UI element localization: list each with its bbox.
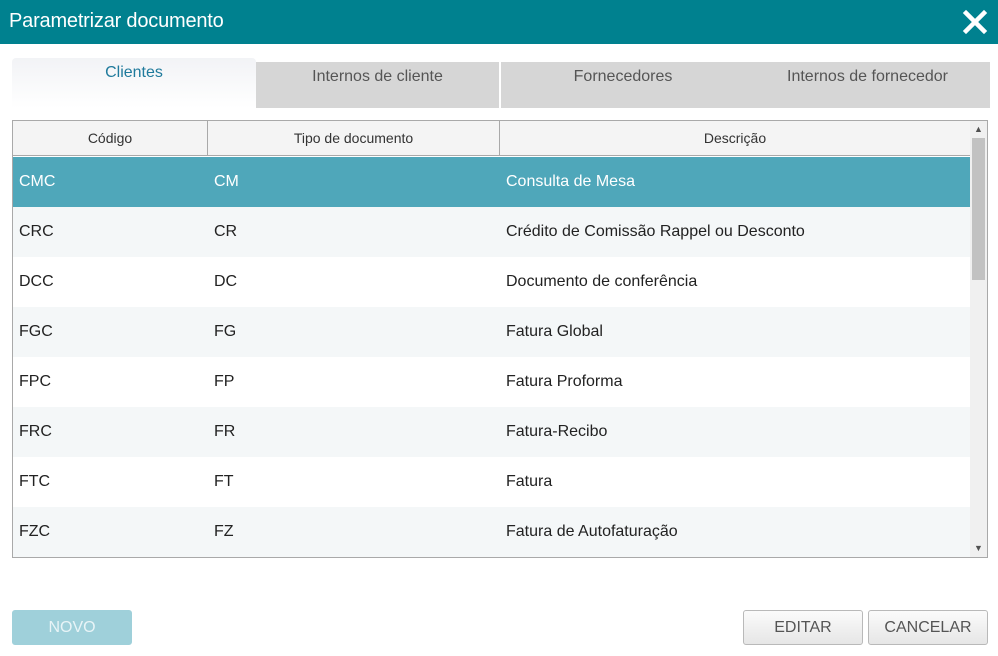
cell-tipo: CM [214, 173, 239, 190]
tab-clientes[interactable]: Clientes [12, 58, 256, 108]
cell-codigo: FZC [19, 523, 51, 540]
cell-tipo: FG [214, 323, 237, 340]
cell-tipo: FT [214, 473, 234, 490]
table-row[interactable]: CMC CM Consulta de Mesa [13, 157, 970, 207]
cell-codigo: FRC [19, 423, 52, 440]
tab-internos-de-fornecedor[interactable]: Internos de fornecedor [745, 62, 990, 108]
tab-fornecedores[interactable]: Fornecedores [501, 62, 745, 108]
cell-descricao: Fatura Proforma [506, 373, 623, 390]
tab-bar: Internos de cliente Fornecedores Interno… [12, 58, 990, 108]
cell-codigo: FPC [19, 373, 51, 390]
editar-button[interactable]: EDITAR [743, 610, 863, 645]
cell-descricao: Consulta de Mesa [506, 173, 635, 190]
column-header-descricao[interactable]: Descrição [500, 121, 970, 156]
chevron-down-icon[interactable]: ▼ [970, 540, 987, 557]
cell-tipo: FP [214, 373, 235, 390]
cell-descricao: Crédito de Comissão Rappel ou Desconto [506, 223, 805, 240]
cell-descricao: Fatura [506, 473, 553, 490]
table-header: Código Tipo de documento Descrição [13, 121, 970, 156]
table-row[interactable]: DCC DC Documento de conferência [13, 257, 970, 307]
tab-internos-de-cliente[interactable]: Internos de cliente [256, 62, 500, 108]
cell-tipo: FZ [214, 523, 234, 540]
table-row[interactable]: FRC FR Fatura-Recibo [13, 407, 970, 457]
close-icon[interactable] [960, 7, 990, 37]
cell-descricao: Fatura Global [506, 323, 603, 340]
cell-descricao: Documento de conferência [506, 273, 698, 290]
cancelar-button[interactable]: CANCELAR [868, 610, 988, 645]
cell-tipo: CR [214, 223, 238, 240]
documents-table: Código Tipo de documento Descrição CMC C… [12, 120, 988, 558]
cell-codigo: FGC [19, 323, 53, 340]
cell-tipo: DC [214, 273, 238, 290]
column-header-tipo-de-documento[interactable]: Tipo de documento [208, 121, 500, 156]
cell-codigo: FTC [19, 473, 51, 490]
cell-descricao: Fatura-Recibo [506, 423, 608, 440]
column-header-codigo[interactable]: Código [13, 121, 208, 156]
novo-button[interactable]: NOVO [12, 610, 132, 645]
scrollbar-thumb[interactable] [972, 138, 985, 280]
table-row[interactable]: FZC FZ Fatura de Autofaturação [13, 507, 970, 557]
table-row[interactable]: FTC FT Fatura [13, 457, 970, 507]
dialog-title: Parametrizar documento [9, 10, 224, 32]
cell-tipo: FR [214, 423, 236, 440]
cell-codigo: CMC [19, 173, 56, 190]
vertical-scrollbar[interactable]: ▲ ▼ [970, 121, 987, 557]
cell-codigo: CRC [19, 223, 54, 240]
dialog-titlebar: Parametrizar documento [0, 0, 998, 44]
chevron-up-icon[interactable]: ▲ [970, 121, 987, 138]
cell-codigo: DCC [19, 273, 54, 290]
table-body: CMC CM Consulta de Mesa CRC CR Crédito d… [13, 157, 970, 557]
table-row[interactable]: CRC CR Crédito de Comissão Rappel ou Des… [13, 207, 970, 257]
cell-descricao: Fatura de Autofaturação [506, 523, 678, 540]
table-row[interactable]: FPC FP Fatura Proforma [13, 357, 970, 407]
table-row[interactable]: FGC FG Fatura Global [13, 307, 970, 357]
